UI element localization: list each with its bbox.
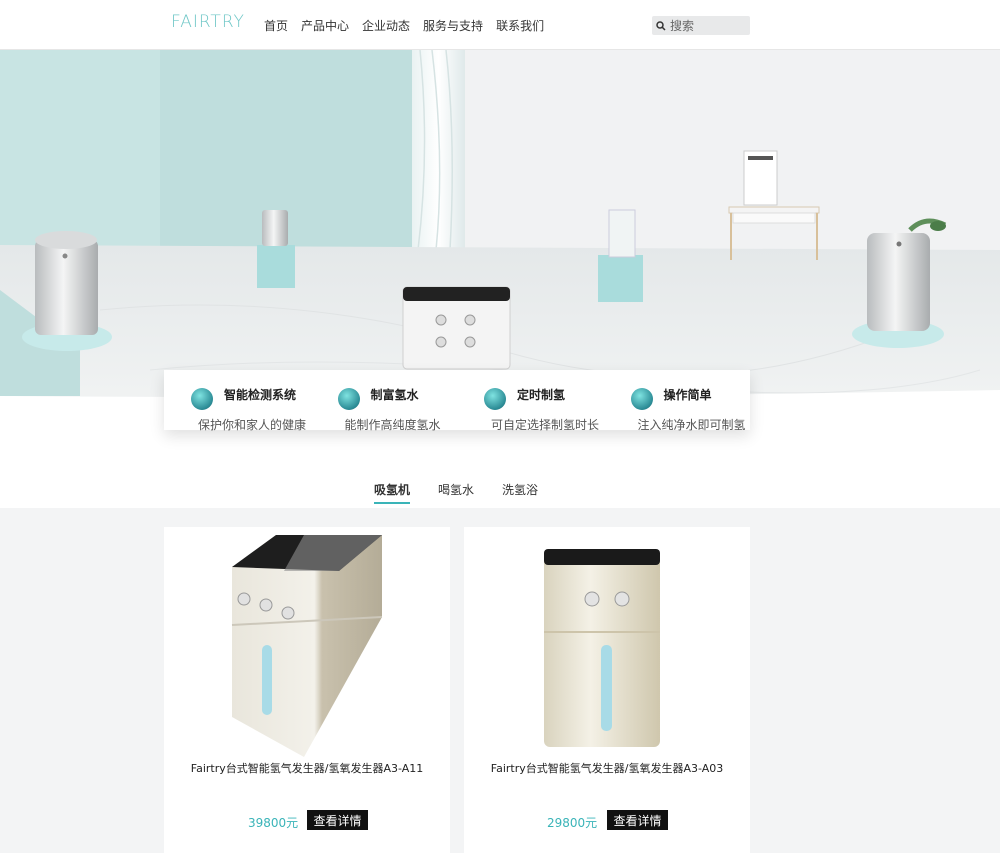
feature-desc: 保护你和家人的健康 [198, 418, 307, 432]
nav-item-contact[interactable]: 联系我们 [496, 17, 544, 34]
tab-hydrogen-bath[interactable]: 洗氢浴 [502, 481, 538, 504]
feature-item: 智能检测系统 保护你和家人的健康 [164, 370, 311, 432]
feature-item: 操作简单 注入纯净水即可制氢 [604, 370, 751, 432]
feature-desc: 能制作高纯度氢水 [344, 418, 441, 432]
product-card[interactable]: Fairtry台式智能氢气发生器/氢氧发生器A3-A11 39800元 查看详情 [164, 527, 450, 853]
nav-item-products[interactable]: 产品中心 [301, 17, 349, 34]
feature-title: 定时制氢 [517, 388, 566, 402]
tab-hydrogen-inhaler[interactable]: 吸氢机 [374, 481, 411, 504]
view-details-button[interactable]: 查看详情 [607, 810, 668, 830]
product-name[interactable]: Fairtry台式智能氢气发生器/氢氧发生器A3-A11 [184, 763, 430, 775]
feature-desc: 可自定选择制氢时长 [491, 418, 600, 432]
main-nav: 首页 产品中心 企业动态 服务与支持 联系我们 [264, 17, 544, 34]
product-price: 39800元 [248, 816, 299, 830]
feature-item: 定时制氢 可自定选择制氢时长 [457, 370, 604, 432]
nav-item-home[interactable]: 首页 [264, 17, 288, 34]
nav-item-news[interactable]: 企业动态 [362, 17, 410, 34]
search-icon[interactable] [652, 16, 670, 35]
product-image [231, 535, 383, 757]
product-card[interactable]: Fairtry台式智能氢气发生器/氢氧发生器A3-A03 29800元 查看详情 [464, 527, 750, 853]
feature-title: 操作简单 [663, 388, 712, 402]
search-box[interactable] [652, 16, 750, 35]
product-image [544, 549, 660, 747]
water-drop-icon [337, 388, 360, 410]
alarm-clock-icon [484, 388, 506, 410]
feature-title: 智能检测系统 [224, 388, 297, 402]
view-details-button[interactable]: 查看详情 [307, 810, 368, 830]
features-card: 智能检测系统 保护你和家人的健康 制富氢水 能制作高纯度氢水 定时制氢 可自定选… [164, 370, 751, 432]
product-price: 29800元 [547, 816, 598, 830]
product-name[interactable]: Fairtry台式智能氢气发生器/氢氧发生器A3-A03 [484, 763, 730, 775]
bottle-icon [630, 388, 653, 410]
category-tabs-area: 吸氢机 喝氢水 洗氢浴 [0, 470, 1000, 508]
feature-desc: 注入纯净水即可制氢 [637, 418, 746, 432]
site-header: FAIRTRY 首页 产品中心 企业动态 服务与支持 联系我们 [0, 0, 1000, 50]
nav-item-service[interactable]: 服务与支持 [423, 17, 483, 34]
feature-item: 制富氢水 能制作高纯度氢水 [311, 370, 458, 432]
magnifier-icon [191, 388, 213, 410]
feature-title: 制富氢水 [370, 388, 419, 402]
logo-text: FAIRTRY [171, 12, 245, 32]
tab-hydrogen-water[interactable]: 喝氢水 [438, 481, 474, 504]
search-input[interactable] [670, 16, 746, 35]
category-tabs: 吸氢机 喝氢水 洗氢浴 [374, 481, 538, 504]
fairtry-logo[interactable]: FAIRTRY [171, 12, 245, 36]
